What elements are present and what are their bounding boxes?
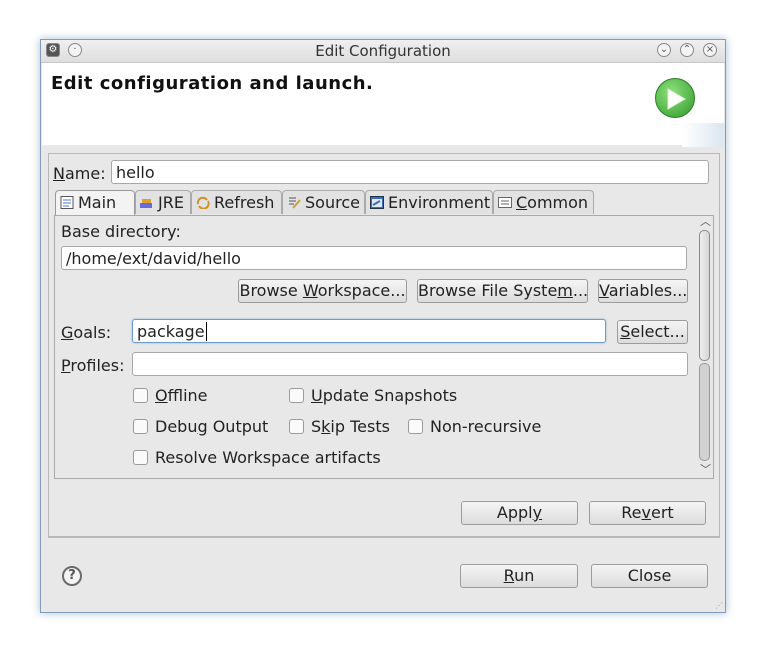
- scroll-down-icon[interactable]: ﹀: [700, 464, 711, 475]
- environment-tab-icon: [370, 194, 384, 209]
- update-snapshots-checkbox[interactable]: [289, 388, 304, 403]
- minimize-icon[interactable]: ⌄: [657, 43, 671, 57]
- browse-workspace-button[interactable]: Browse Workspace...: [238, 279, 407, 303]
- tab-source[interactable]: Source: [282, 190, 365, 214]
- tab-refresh[interactable]: Refresh: [191, 190, 282, 214]
- offline-label[interactable]: Offline: [155, 386, 208, 405]
- help-icon[interactable]: ?: [62, 566, 82, 586]
- non-recursive-checkbox[interactable]: [408, 419, 423, 434]
- select-goals-button[interactable]: Select...: [617, 320, 688, 344]
- run-icon: [655, 78, 695, 118]
- debug-output-label[interactable]: Debug Output: [155, 417, 268, 436]
- tab-main[interactable]: Main: [55, 190, 135, 216]
- skip-tests-checkbox[interactable]: [289, 419, 304, 434]
- tab-environment-label: Environment: [388, 193, 491, 212]
- tab-main-label: Main: [78, 193, 117, 212]
- tab-source-label: Source: [305, 193, 360, 212]
- window-title: Edit Configuration: [315, 42, 451, 60]
- tab-environment[interactable]: Environment: [365, 190, 493, 214]
- base-directory-field[interactable]: /home/ext/david/hello: [61, 246, 687, 270]
- close-button[interactable]: Close: [591, 564, 708, 588]
- resize-grip-icon[interactable]: ⋰: [715, 601, 723, 610]
- variables-button[interactable]: Variables...: [598, 279, 688, 303]
- source-tab-icon: [287, 194, 301, 209]
- header-decoration: [682, 123, 724, 147]
- jre-tab-icon: [140, 194, 154, 208]
- dialog-header: Edit configuration and launch.: [42, 63, 724, 147]
- scroll-up-icon[interactable]: ︿: [700, 216, 711, 227]
- scrollbar-thumb[interactable]: [699, 230, 710, 361]
- browse-file-system-button[interactable]: Browse File System...: [417, 279, 588, 303]
- debug-output-checkbox[interactable]: [133, 419, 148, 434]
- maximize-icon[interactable]: ⌃: [680, 43, 694, 57]
- profiles-field[interactable]: [132, 352, 688, 376]
- base-directory-label: Base directory:: [61, 222, 181, 241]
- common-tab-icon: [498, 194, 512, 208]
- tab-jre[interactable]: JRE: [135, 190, 191, 214]
- refresh-tab-icon: [196, 194, 210, 210]
- edit-configuration-dialog: ⚙ · Edit Configuration ⌄ ⌃ × Edit config…: [40, 39, 726, 613]
- scrollbar-track[interactable]: [699, 363, 710, 461]
- close-window-icon[interactable]: ×: [703, 43, 717, 57]
- apply-button[interactable]: Apply: [461, 501, 578, 525]
- skip-tests-label[interactable]: Skip Tests: [311, 417, 390, 436]
- tab-common-label: Common: [516, 193, 589, 212]
- goals-label: Goals:: [61, 323, 112, 342]
- title-bar[interactable]: ⚙ · Edit Configuration ⌄ ⌃ ×: [41, 40, 725, 63]
- tab-refresh-label: Refresh: [214, 193, 275, 212]
- profiles-label: Profiles:: [61, 356, 125, 375]
- tab-scrollbar[interactable]: ︿ ﹀: [697, 215, 714, 479]
- tab-jre-label: JRE: [158, 193, 184, 212]
- offline-checkbox[interactable]: [133, 388, 148, 403]
- resolve-workspace-label[interactable]: Resolve Workspace artifacts: [155, 448, 381, 467]
- revert-button[interactable]: Revert: [589, 501, 706, 525]
- goals-field[interactable]: package: [132, 319, 606, 343]
- resolve-workspace-checkbox[interactable]: [133, 450, 148, 465]
- panel-divider: [48, 537, 720, 538]
- main-tab-icon: [60, 194, 74, 209]
- non-recursive-label[interactable]: Non-recursive: [430, 417, 541, 436]
- tab-common[interactable]: Common: [493, 190, 594, 214]
- run-button[interactable]: Run: [460, 564, 578, 588]
- header-heading: Edit configuration and launch.: [51, 73, 374, 94]
- update-snapshots-label[interactable]: Update Snapshots: [311, 386, 457, 405]
